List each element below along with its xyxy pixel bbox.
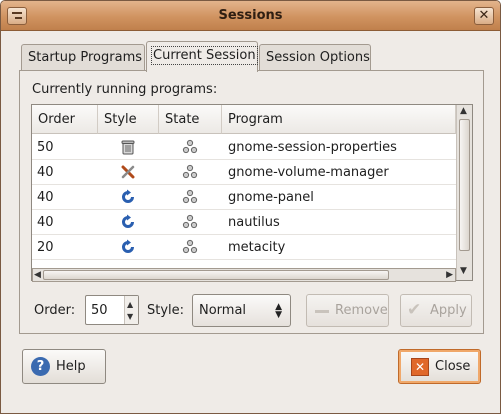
column-header-order[interactable]: Order [32,105,98,134]
horizontal-scroll-thumb[interactable] [43,270,389,280]
close-x-icon: ✕ [411,358,429,376]
tab-label: Startup Programs [28,50,143,65]
order-spinbutton[interactable]: 50 ▲ ▼ [85,295,139,325]
close-button[interactable]: ✕ Close [398,349,481,384]
session-state-icon [182,189,198,204]
tab-label: Current Session [151,46,258,65]
table-row[interactable] [32,260,456,268]
scroll-right-icon[interactable]: ▶ [446,271,453,280]
close-label: Close [435,359,471,374]
remove-label: Remove [335,303,388,318]
session-state-icon [182,164,198,179]
close-x-icon: ✕ [478,8,490,23]
style-value: Normal [199,303,247,318]
session-state-icon [182,139,198,154]
order-label: Order: [34,303,76,318]
window-close-button[interactable]: ✕ [474,7,494,25]
tab-current-session[interactable]: Current Session [146,41,258,72]
spin-buttons: ▲ ▼ [124,296,138,324]
order-cell: 20 [37,240,54,255]
remove-button[interactable]: Remove [306,294,389,327]
order-cell: 40 [37,165,54,180]
restart-icon [122,189,134,203]
help-label: Help [56,359,86,374]
apply-button[interactable]: ✔ Apply [400,294,472,327]
vertical-scroll-thumb[interactable] [459,119,470,251]
style-select[interactable]: Normal ▲ ▼ [192,294,291,327]
table-row[interactable]: 40 gnome-volume-manager [32,160,456,185]
session-state-icon [182,214,198,229]
column-header-style[interactable]: Style [98,105,159,134]
spin-down-icon[interactable]: ▼ [127,312,133,321]
column-header-program[interactable]: Program [222,105,456,134]
checkmark-icon: ✔ [407,300,422,320]
programs-list[interactable]: Order Style State Program 50 gnome-sessi… [31,104,473,281]
table-row[interactable]: 20 metacity [32,235,456,260]
order-value: 50 [91,303,108,318]
scroll-left-icon[interactable]: ◀ [34,271,41,280]
table-row[interactable]: 40 nautilus [32,210,456,235]
style-label: Style: [147,303,185,318]
tools-icon [121,165,135,179]
scroll-down-icon[interactable]: ▼ [460,267,467,276]
restart-icon [122,239,134,253]
table-row[interactable]: 40 gnome-panel [32,185,456,210]
tab-label: Session Options [266,50,370,65]
program-cell: nautilus [228,215,280,230]
window-title: Sessions [218,8,283,23]
horizontal-scrollbar[interactable]: ◀ ▶ [32,268,456,282]
order-cell: 40 [37,190,54,205]
minus-icon [315,310,329,313]
vertical-scrollbar[interactable]: ▲ ▼ [456,105,472,280]
running-programs-label: Currently running programs: [32,82,218,97]
apply-label: Apply [430,303,467,318]
tab-startup-programs[interactable]: Startup Programs [21,44,145,71]
program-cell: gnome-volume-manager [228,165,389,180]
updown-arrows-icon: ▲ ▼ [275,302,282,320]
help-button[interactable]: ? Help [22,349,106,384]
order-cell: 50 [37,140,54,155]
program-cell: gnome-panel [228,190,314,205]
title-bar[interactable]: Sessions ✕ [1,1,500,31]
current-session-panel: Currently running programs: Order Style … [19,70,484,334]
session-state-icon [182,239,198,254]
trash-icon [121,140,135,155]
sessions-window: Sessions ✕ Startup Programs Current Sess… [0,0,501,414]
scroll-up-icon[interactable]: ▲ [460,107,467,116]
restart-icon [122,214,134,228]
help-icon: ? [31,357,50,376]
tab-session-options[interactable]: Session Options [259,44,371,71]
table-row[interactable]: 50 gnome-session-properties [32,135,456,160]
program-cell: gnome-session-properties [228,140,397,155]
program-cell: metacity [228,240,286,255]
spin-up-icon[interactable]: ▲ [127,300,133,309]
order-cell: 40 [37,215,54,230]
column-header-state[interactable]: State [159,105,222,134]
